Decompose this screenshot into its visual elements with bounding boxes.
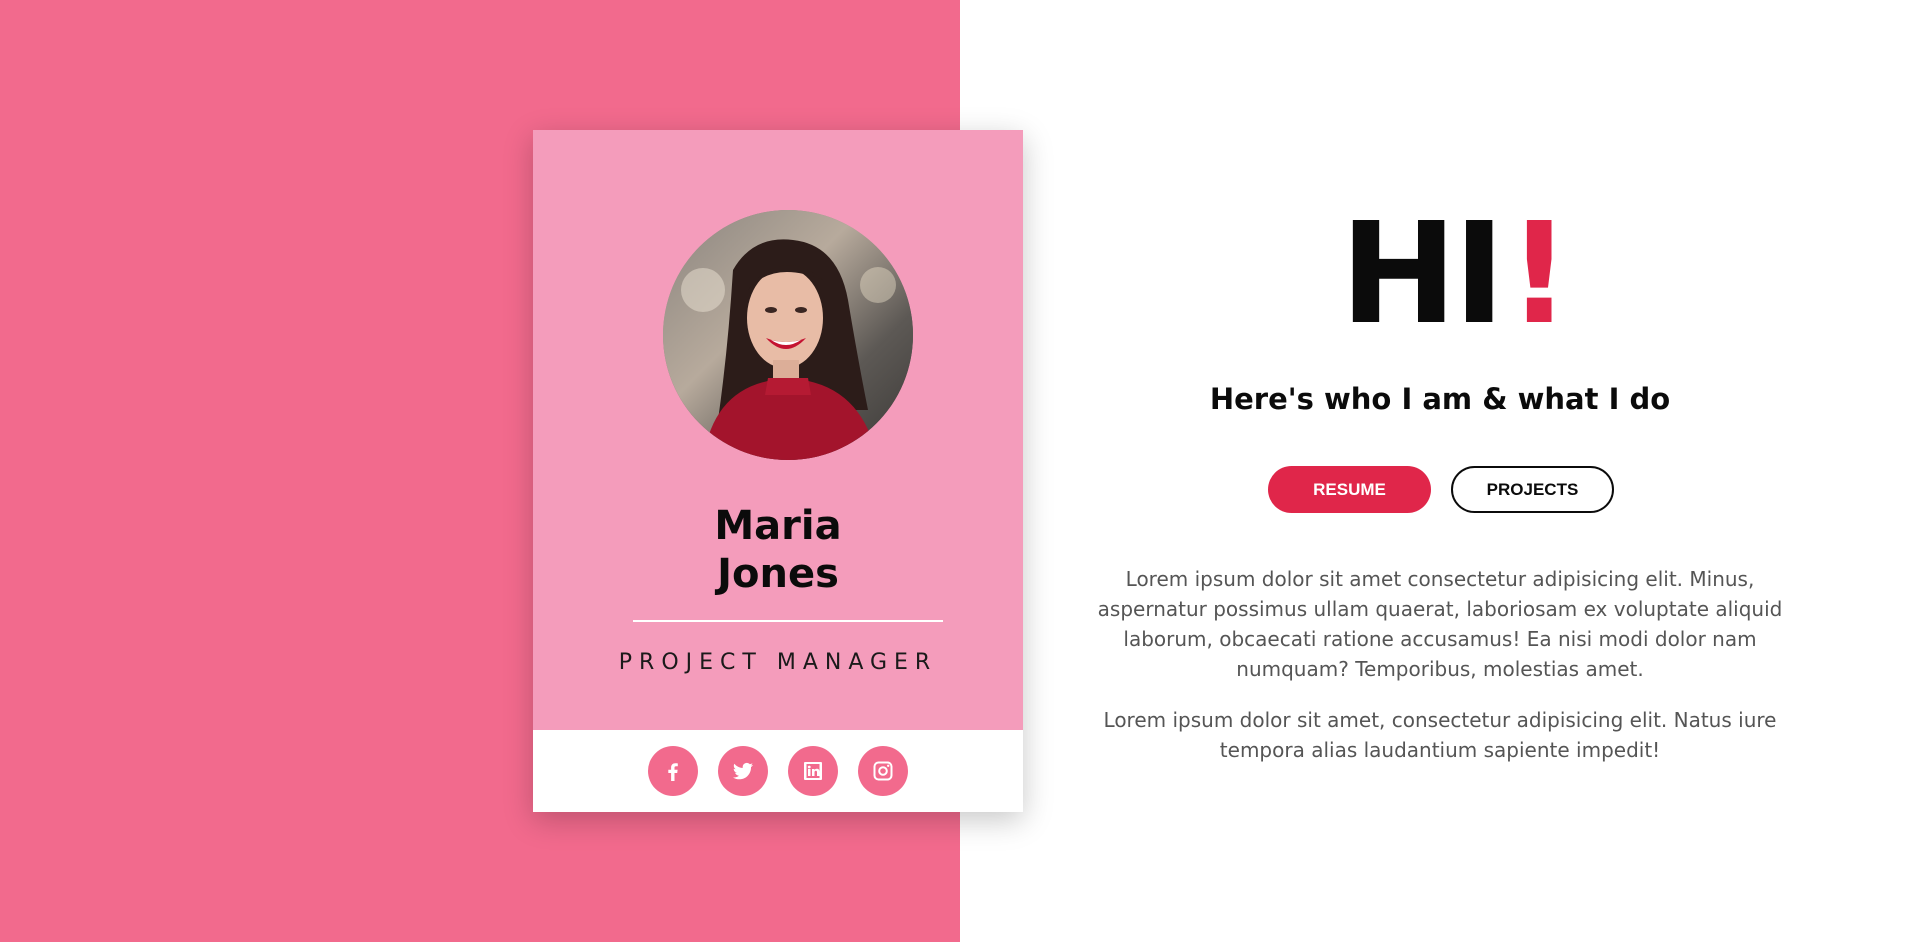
action-buttons: RESUME PROJECTS: [1268, 466, 1614, 513]
hero-greeting: HI!: [1340, 200, 1571, 350]
portrait-photo: [663, 210, 913, 460]
facebook-link[interactable]: [648, 746, 698, 796]
facebook-icon: [668, 763, 678, 781]
profile-name: Maria Jones: [533, 502, 1023, 598]
resume-button[interactable]: RESUME: [1268, 466, 1431, 513]
greeting-text: HI: [1340, 193, 1505, 356]
profile-card: Maria Jones PROJECT MANAGER: [533, 130, 1023, 812]
instagram-icon: [873, 761, 893, 781]
about-paragraph-1: Lorem ipsum dolor sit amet consectetur a…: [1097, 567, 1783, 681]
greeting-exclamation: !: [1507, 193, 1571, 356]
profile-last-name: Jones: [717, 551, 839, 597]
instagram-link[interactable]: [858, 746, 908, 796]
linkedin-link[interactable]: [788, 746, 838, 796]
name-divider: [633, 620, 943, 622]
hero-tagline: Here's who I am & what I do: [1209, 382, 1671, 416]
twitter-icon: [733, 762, 753, 780]
about-paragraph-2: Lorem ipsum dolor sit amet, consectetur …: [1103, 708, 1777, 762]
projects-button[interactable]: PROJECTS: [1451, 466, 1614, 513]
profile-first-name: Maria: [714, 503, 842, 549]
profile-avatar: [663, 210, 913, 460]
profile-role: PROJECT MANAGER: [618, 650, 938, 675]
linkedin-icon: [804, 762, 822, 780]
twitter-link[interactable]: [718, 746, 768, 796]
social-links: [533, 730, 1023, 812]
